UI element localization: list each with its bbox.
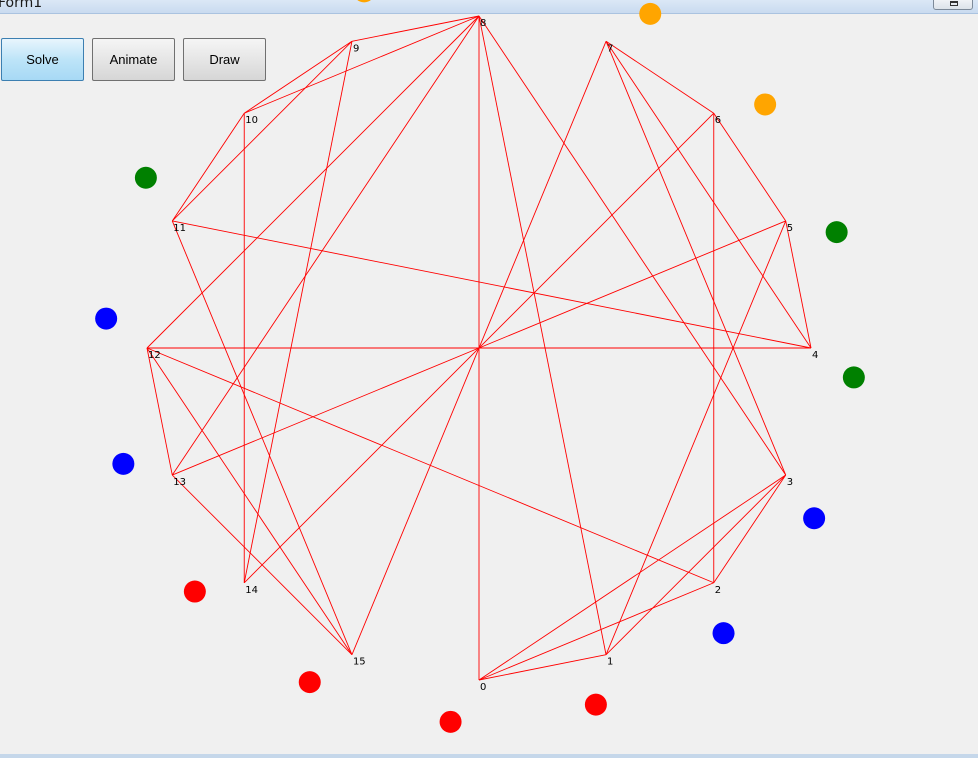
vertex-color-marker-15 (298, 671, 321, 694)
vertex-label-12: 12 (148, 350, 161, 361)
animate-button[interactable]: Animate (92, 38, 175, 81)
graph-edge-5-6 (713, 112, 787, 222)
solve-button[interactable]: Solve (1, 38, 84, 81)
vertex-color-marker-11 (134, 166, 157, 189)
vertex-color-marker-5 (825, 221, 848, 244)
vertex-color-marker-1 (584, 693, 607, 716)
vertex-label-15: 15 (353, 657, 366, 668)
graph-edge-11-4 (172, 220, 812, 349)
draw-button[interactable]: Draw (183, 38, 266, 81)
vertex-color-marker-9 (357, 0, 371, 3)
vertex-color-marker-3 (803, 507, 826, 530)
vertex-label-14: 14 (245, 585, 258, 596)
vertex-label-9: 9 (353, 43, 359, 54)
graph-edge-1-3 (605, 474, 787, 656)
vertex-label-10: 10 (245, 115, 258, 126)
graph-edge-4-7 (605, 41, 812, 349)
vertex-label-1: 1 (607, 657, 613, 668)
vertex-color-marker-4 (842, 366, 865, 389)
vertex-label-7: 7 (607, 43, 613, 54)
vertex-label-5: 5 (787, 223, 793, 234)
graph-edge-0-2 (478, 582, 714, 681)
vertex-color-marker-13 (112, 452, 135, 475)
vertex-label-0: 0 (480, 682, 486, 693)
graph-edge-0-3 (478, 474, 786, 681)
vertex-color-marker-0 (439, 710, 462, 733)
vertex-label-6: 6 (715, 115, 721, 126)
vertex-label-3: 3 (787, 477, 793, 488)
vertex-color-marker-7 (639, 2, 662, 25)
graph-edge-8-13 (171, 15, 480, 476)
vertex-label-11: 11 (173, 223, 186, 234)
vertex-color-marker-12 (95, 307, 118, 330)
vertex-color-marker-6 (754, 93, 777, 116)
vertex-label-4: 4 (812, 350, 818, 361)
graph-edge-2-3 (713, 474, 787, 584)
graph-edge-8-10 (244, 15, 480, 114)
graph-canvas: 0123456789101112131415 (95, 0, 865, 733)
graph-edge-1-5 (605, 220, 787, 655)
graph-edge-12-15 (146, 347, 353, 655)
graph-edge-9-14 (243, 41, 353, 583)
vertex-label-8: 8 (480, 18, 486, 29)
graph-edge-6-7 (605, 40, 715, 114)
graph-edge-8-9 (351, 15, 480, 42)
window-bottom-border (0, 754, 978, 758)
vertex-color-marker-14 (183, 580, 206, 603)
vertex-label-2: 2 (715, 585, 721, 596)
graph-edge-10-11 (171, 112, 245, 222)
vertex-color-marker-2 (712, 622, 735, 645)
vertex-label-13: 13 (173, 477, 186, 488)
